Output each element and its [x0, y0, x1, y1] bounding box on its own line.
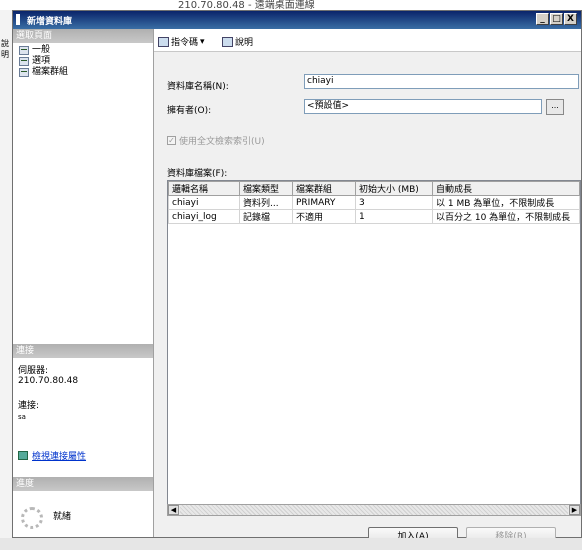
connection-label: 連接:: [18, 401, 40, 411]
database-name-input[interactable]: chiayi: [304, 74, 579, 89]
taskbar-strip: [0, 538, 582, 550]
right-pane: 指令碼 ▾ 說明 資料庫名稱(N): chiayi 擁有者(O): <預設值> …: [154, 29, 581, 547]
table-row[interactable]: chiayi_log 記錄檔 不適用 1 以百分之 10 為單位，不限制成長: [168, 209, 580, 224]
view-connection-properties-link[interactable]: 檢視連接屬性: [18, 449, 86, 462]
page-item-options[interactable]: 選項: [19, 56, 50, 66]
server-label: 伺服器:: [18, 366, 49, 376]
view-connection-properties-label: 檢視連接屬性: [32, 452, 87, 462]
cell-autogrowth[interactable]: 以 1 MB 為單位，不限制成長: [432, 195, 580, 210]
owner-input[interactable]: <預設值>: [304, 99, 542, 114]
page-icon: [19, 67, 29, 77]
toolbar: 指令碼 ▾ 說明: [154, 29, 581, 52]
left-pane: 選取頁面 一般 選項 檔案群組 連接 伺服器: 210.70.80.48 連接:…: [13, 29, 154, 537]
fulltext-label: 使用全文檢索索引(U): [179, 137, 265, 147]
column-logical-name[interactable]: 邏輯名稱: [168, 181, 240, 196]
remote-desktop-titlebar: 210.70.80.48 - 遠端桌面連線: [0, 0, 582, 11]
progress-spinner-icon: [21, 507, 43, 529]
page-icon: [19, 56, 29, 66]
cell-file-type[interactable]: 資料列...: [239, 195, 293, 210]
column-initial-size[interactable]: 初始大小 (MB): [355, 181, 433, 196]
column-filegroup[interactable]: 檔案群組: [292, 181, 356, 196]
script-button[interactable]: 指令碼 ▾: [158, 35, 205, 48]
maximize-button[interactable]: □: [550, 13, 563, 25]
page-icon: [19, 45, 29, 55]
close-button[interactable]: X: [564, 13, 577, 25]
scroll-left-icon[interactable]: ◀: [168, 505, 179, 515]
table-header-row: 邏輯名稱 檔案類型 檔案群組 初始大小 (MB) 自動成長: [168, 181, 580, 196]
database-files-table: 邏輯名稱 檔案類型 檔案群組 初始大小 (MB) 自動成長 chiayi 資料列…: [168, 181, 580, 224]
table-row[interactable]: chiayi 資料列... PRIMARY 3 以 1 MB 為單位，不限制成長: [168, 195, 580, 210]
cell-filegroup[interactable]: 不適用: [292, 209, 356, 224]
minimize-button[interactable]: _: [536, 13, 549, 25]
help-label: 說明: [235, 38, 254, 48]
database-files-grid[interactable]: 邏輯名稱 檔案類型 檔案群組 初始大小 (MB) 自動成長 chiayi 資料列…: [167, 180, 581, 515]
script-icon: [158, 36, 169, 47]
page-item-label: 檔案群組: [32, 67, 69, 77]
help-button[interactable]: 說明: [222, 35, 253, 48]
script-label: 指令碼: [171, 38, 199, 48]
cell-filegroup[interactable]: PRIMARY: [292, 195, 356, 210]
page-item-filegroups[interactable]: 檔案群組: [19, 67, 68, 77]
scroll-track[interactable]: [180, 505, 568, 515]
connection-header: 連接: [13, 344, 153, 358]
column-autogrowth[interactable]: 自動成長: [432, 181, 580, 196]
database-files-label: 資料庫檔案(F):: [167, 169, 228, 179]
dialog-icon: [16, 14, 20, 25]
cell-initial-size[interactable]: 3: [355, 195, 433, 210]
dialog-titlebar[interactable]: 新增資料庫 _ □ X: [13, 11, 581, 29]
progress-status: 就緒: [53, 512, 72, 522]
dialog-title: 新增資料庫: [27, 17, 73, 27]
page-item-label: 選項: [32, 56, 51, 66]
cell-file-type[interactable]: 記錄檔: [239, 209, 293, 224]
background-help-menu[interactable]: 說明: [1, 38, 12, 60]
fulltext-checkbox[interactable]: ✓: [167, 136, 176, 145]
cell-autogrowth[interactable]: 以百分之 10 為單位，不限制成長: [432, 209, 580, 224]
dropdown-arrow-icon[interactable]: ▾: [200, 37, 205, 47]
background-window-strip: 說明: [0, 10, 12, 550]
owner-browse-button[interactable]: ...: [546, 99, 564, 115]
select-page-header: 選取頁面: [13, 29, 153, 43]
cell-initial-size[interactable]: 1: [355, 209, 433, 224]
server-value: 210.70.80.48: [18, 376, 79, 386]
help-icon: [222, 36, 233, 47]
scroll-right-icon[interactable]: ▶: [569, 505, 580, 515]
cell-logical-name[interactable]: chiayi: [168, 195, 240, 210]
progress-header: 進度: [13, 477, 153, 491]
cell-logical-name[interactable]: chiayi_log: [168, 209, 240, 224]
window-controls: _ □ X: [536, 13, 577, 25]
owner-label: 擁有者(O):: [167, 106, 212, 116]
page-item-label: 一般: [32, 45, 51, 55]
new-database-dialog: 新增資料庫 _ □ X 選取頁面 一般 選項 檔案群組 連接 伺服器: 210.…: [12, 10, 582, 547]
database-name-label: 資料庫名稱(N):: [167, 82, 229, 92]
horizontal-scrollbar[interactable]: ◀ ▶: [167, 504, 581, 516]
connection-value: sa: [18, 413, 26, 421]
fulltext-checkbox-row[interactable]: ✓ 使用全文檢索索引(U): [167, 134, 265, 147]
column-file-type[interactable]: 檔案類型: [239, 181, 293, 196]
page-item-general[interactable]: 一般: [19, 45, 50, 55]
connection-properties-icon: [18, 451, 28, 460]
